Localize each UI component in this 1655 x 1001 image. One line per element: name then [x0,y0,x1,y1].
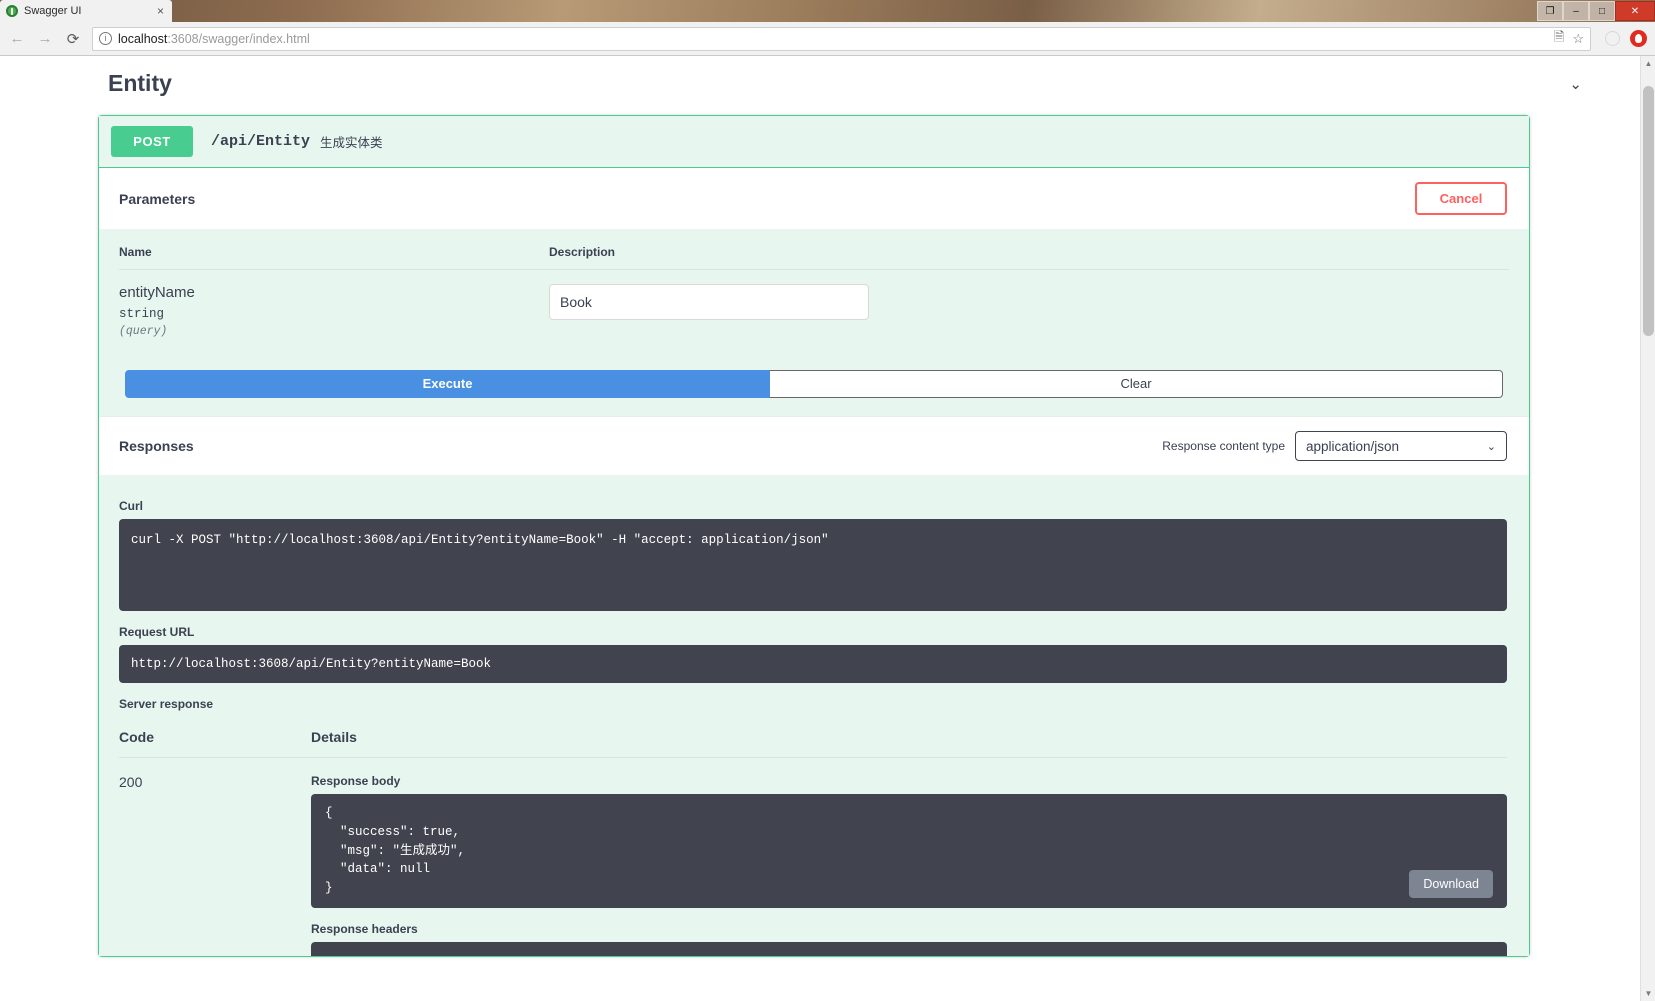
parameters-header: Parameters Cancel [99,168,1529,229]
scroll-down-icon[interactable]: ▼ [1641,986,1655,1001]
response-details-cell: Response body { "success": true, "msg": … [311,758,1507,956]
response-headers-content[interactable] [311,941,1507,956]
responses-header: Responses Response content type applicat… [99,416,1529,475]
column-header-code: Code [119,721,311,759]
parameters-table-wrap: Name Description entityName string (quer… [99,229,1529,348]
responses-body: Curl curl -X POST "http://localhost:3608… [99,475,1529,956]
curl-label: Curl [119,499,143,513]
column-header-details: Details [311,721,1507,759]
operation-block: POST /api/Entity 生成实体类 Parameters Cancel… [98,115,1530,957]
page-title: Entity [108,70,172,96]
back-icon[interactable]: ← [8,30,26,47]
operation-path: /api/Entity [211,133,311,150]
operation-summary[interactable]: POST /api/Entity 生成实体类 [99,116,1529,168]
request-url-value[interactable]: http://localhost:3608/api/Entity?entityN… [119,645,1507,684]
translate-icon[interactable]: 🗎 [1554,28,1564,50]
response-body-wrap: { "success": true, "msg": "生成成功", "data"… [311,794,1507,908]
browser-tab-title: Swagger UI [24,5,82,17]
parameters-table: Name Description entityName string (quer… [119,229,1509,348]
address-bar-host: localhost [118,31,168,46]
operation-body: Parameters Cancel Name Description entit… [99,168,1529,956]
swagger-favicon-icon [6,5,18,17]
parameter-meta-cell: entityName string (query) [119,270,549,349]
request-url-label: Request URL [119,625,195,639]
parameters-title: Parameters [119,190,196,207]
response-headers-label: Response headers [311,921,418,936]
address-bar-url: localhost:3608/swagger/index.html [118,32,310,46]
tag-header[interactable]: Entity ⌄ [0,56,1640,107]
browser-tab-strip: Swagger UI × ❐ – □ ✕ [0,0,1655,22]
restore-icon[interactable]: – [1563,1,1589,21]
action-buttons-row: Execute Clear [99,348,1529,416]
browser-toolbar: ← → ⟳ i localhost:3608/swagger/index.htm… [0,22,1655,56]
address-bar[interactable]: i localhost:3608/swagger/index.html 🗎 ☆ [92,26,1591,51]
extension-generic-icon[interactable] [1605,31,1620,46]
maximize-icon[interactable]: □ [1589,1,1615,21]
table-row: entityName string (query) [119,270,1509,349]
opera-extension-icon[interactable] [1630,30,1647,47]
response-content-type-value: application/json [1306,438,1400,454]
entity-name-input[interactable] [549,284,869,320]
parameter-location: (query) [119,325,168,338]
content-type-group: Response content type application/json ⌄ [1162,431,1507,461]
response-code-cell: 200 [119,758,311,956]
page-info-icon[interactable]: i [99,32,112,45]
parameter-value-cell [549,270,1509,349]
window-close-icon[interactable]: ✕ [1615,1,1655,21]
server-response-table: Code Details 200 Response body {"succes… [119,721,1507,956]
content-type-label: Response content type [1162,439,1285,453]
curl-command[interactable]: curl -X POST "http://localhost:3608/api/… [119,519,1507,611]
server-response-label: Server response [119,697,214,712]
scrollbar-thumb[interactable] [1643,86,1654,336]
bookmark-star-icon[interactable]: ☆ [1572,31,1584,47]
address-bar-path: :3608/swagger/index.html [167,31,310,46]
window-controls: ❐ – □ ✕ [1537,0,1655,22]
status-badge: 200 [119,774,143,791]
download-button[interactable]: Download [1409,869,1493,898]
execute-button[interactable]: Execute [125,370,770,398]
parameter-type: string [119,307,165,321]
forward-icon[interactable]: → [36,30,54,47]
chevron-down-icon: ⌄ [1486,440,1496,453]
response-body-label: Response body [311,774,401,789]
table-row: 200 Response body { "success": true, "ms… [119,758,1507,956]
cancel-button[interactable]: Cancel [1415,182,1507,215]
parameter-name: entityName [119,284,195,301]
column-header-name: Name [119,229,549,270]
parameters-table-header-row: Name Description [119,229,1509,270]
server-response-header-row: Code Details [119,721,1507,759]
minimize-icon[interactable]: ❐ [1537,1,1563,21]
operation-description: 生成实体类 [320,136,383,150]
page-viewport: Entity ⌄ POST /api/Entity 生成实体类 Paramete… [0,56,1655,1001]
response-content-type-select[interactable]: application/json ⌄ [1295,431,1507,461]
response-body-content[interactable]: { "success": true, "msg": "生成成功", "data"… [311,794,1507,908]
chevron-down-icon[interactable]: ⌄ [1569,75,1600,93]
reload-icon[interactable]: ⟳ [64,30,82,48]
toolbar-extensions [1601,30,1647,47]
column-header-description: Description [549,229,1509,270]
browser-tab[interactable]: Swagger UI × [0,0,172,22]
http-method-badge: POST [111,126,193,157]
responses-title: Responses [119,438,194,454]
clear-button[interactable]: Clear [770,370,1503,398]
close-icon[interactable]: × [155,5,166,17]
scroll-up-icon[interactable]: ▲ [1641,56,1655,71]
swagger-content: Entity ⌄ POST /api/Entity 生成实体类 Paramete… [0,56,1640,1001]
vertical-scrollbar[interactable]: ▲ ▼ [1640,56,1655,1001]
